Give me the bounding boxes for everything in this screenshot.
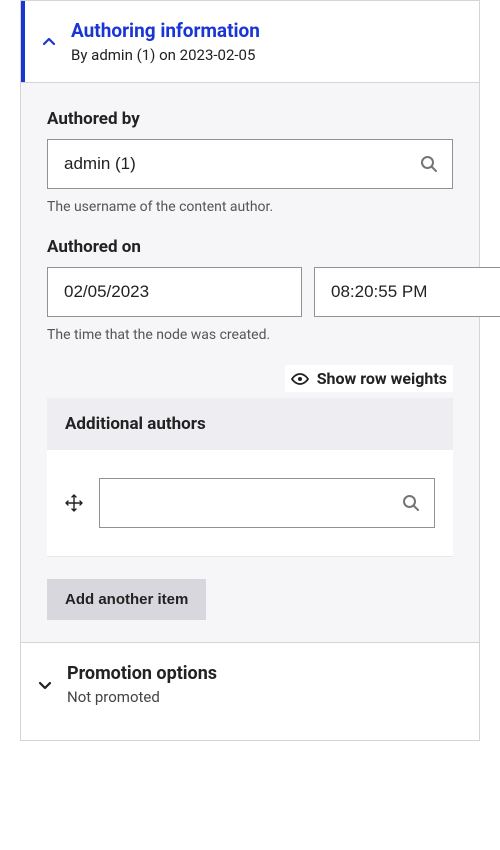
authoring-accordion-header[interactable]: Authoring information By admin (1) on 20… bbox=[21, 1, 479, 82]
additional-authors-header: Additional authors bbox=[47, 398, 453, 450]
authored-by-label: Authored by bbox=[47, 109, 453, 129]
authored-by-field: Authored by The username of the content … bbox=[47, 109, 453, 215]
search-icon bbox=[419, 154, 439, 174]
promotion-accordion-header[interactable]: Promotion options Not promoted bbox=[21, 642, 479, 740]
authoring-content: Authored by The username of the content … bbox=[21, 82, 479, 642]
authored-by-input-wrap bbox=[47, 139, 453, 189]
chevron-down-icon bbox=[37, 677, 53, 693]
authored-by-input[interactable] bbox=[47, 139, 453, 189]
table-row bbox=[47, 450, 453, 557]
promotion-title: Promotion options bbox=[67, 663, 217, 684]
additional-authors-section: Show row weights Additional authors bbox=[47, 365, 453, 557]
authored-on-date-input[interactable] bbox=[47, 267, 302, 317]
authoring-title: Authoring information bbox=[71, 19, 260, 42]
show-row-weights-label: Show row weights bbox=[317, 369, 447, 388]
chevron-up-icon bbox=[41, 34, 57, 50]
show-row-weights-toggle[interactable]: Show row weights bbox=[285, 365, 453, 392]
additional-author-input[interactable] bbox=[99, 478, 435, 528]
authoring-panel: Authoring information By admin (1) on 20… bbox=[20, 0, 480, 741]
authoring-subtitle: By admin (1) on 2023-02-05 bbox=[71, 46, 260, 64]
authored-on-help: The time that the node was created. bbox=[47, 327, 453, 343]
add-another-item-button[interactable]: Add another item bbox=[47, 579, 206, 620]
authored-on-label: Authored on bbox=[47, 237, 453, 257]
search-icon bbox=[401, 493, 421, 513]
drag-handle-icon[interactable] bbox=[65, 494, 83, 512]
promotion-subtitle: Not promoted bbox=[67, 688, 217, 706]
authored-on-field: Authored on The time that the node was c… bbox=[47, 237, 453, 343]
eye-icon bbox=[291, 373, 309, 385]
authored-by-help: The username of the content author. bbox=[47, 199, 453, 215]
authored-on-time-input[interactable] bbox=[314, 267, 500, 317]
